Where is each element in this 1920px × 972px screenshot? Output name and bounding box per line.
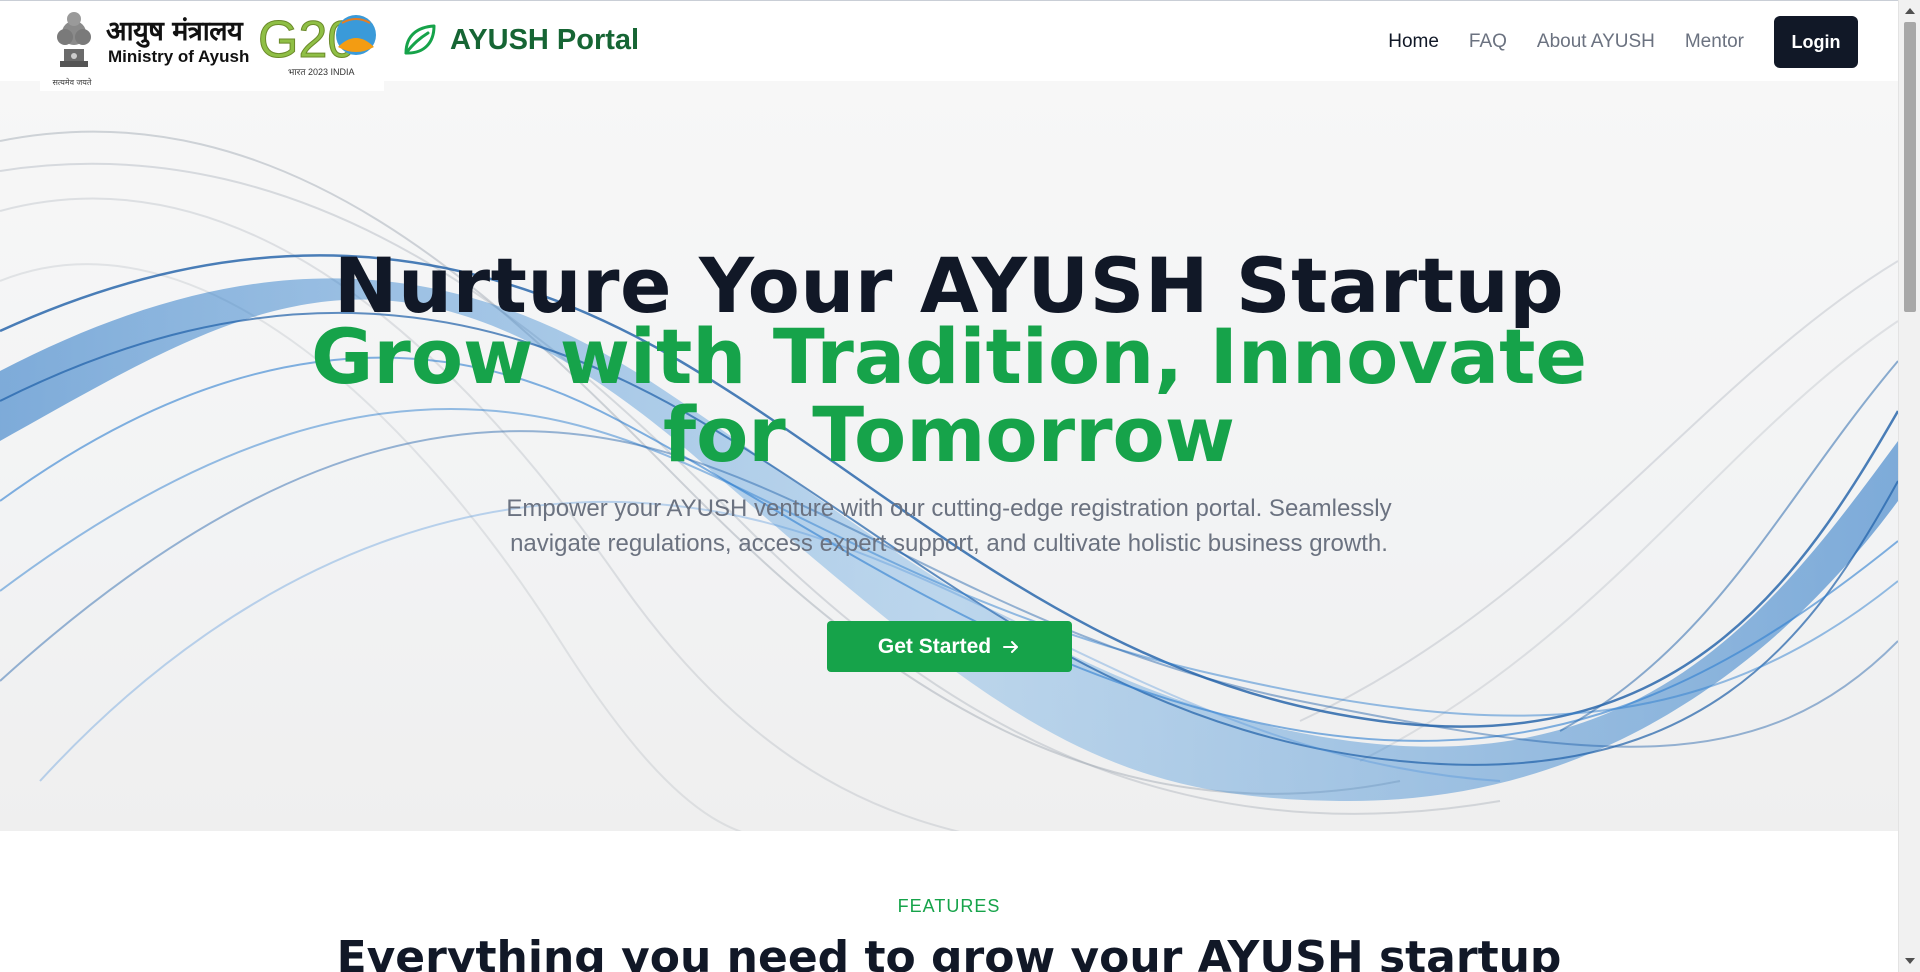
ministry-name-english: Ministry of Ayush xyxy=(108,47,250,66)
site-header: आयुष मंत्रालय Ministry of Ayush सत्यमेव … xyxy=(0,0,1898,91)
get-started-label: Get Started xyxy=(877,634,992,658)
hero-section: Nurture Your AYUSH Startup Grow with Tra… xyxy=(0,81,1898,831)
features-label: FEATURES xyxy=(897,896,1001,916)
scroll-thumb[interactable] xyxy=(1904,22,1916,312)
nav-about-ayush[interactable]: About AYUSH xyxy=(1537,31,1655,53)
leaf-icon xyxy=(404,24,436,55)
g20-caption: भारत 2023 INDIA xyxy=(288,67,355,77)
scroll-down-arrow-icon[interactable] xyxy=(1905,958,1915,964)
ministry-name-hindi: आयुष मंत्रालय xyxy=(106,16,243,47)
scroll-up-arrow-icon[interactable] xyxy=(1905,8,1915,14)
features-heading: Everything you need to grow your AYUSH s… xyxy=(336,932,1562,972)
national-emblem-icon xyxy=(57,12,91,67)
main-nav: Home FAQ About AYUSH Mentor Login xyxy=(1388,16,1898,68)
hero-description: Empower your AYUSH venture with our cutt… xyxy=(506,495,1392,557)
nav-faq[interactable]: FAQ xyxy=(1469,31,1507,53)
emblem-motto: सत्यमेव जयते xyxy=(52,78,92,87)
page-scrollbar[interactable] xyxy=(1898,0,1920,972)
hero-subtitle: Grow with Tradition, Innovate for Tomorr… xyxy=(310,312,1588,479)
nav-home[interactable]: Home xyxy=(1388,31,1439,53)
brand[interactable]: AYUSH Portal xyxy=(400,21,639,59)
arrow-right-icon xyxy=(1003,640,1019,653)
brand-name: AYUSH Portal xyxy=(450,23,640,56)
nav-mentor[interactable]: Mentor xyxy=(1685,31,1744,53)
login-button[interactable]: Login xyxy=(1774,16,1858,68)
g20-logo: G20 भारत 2023 INDIA xyxy=(258,11,376,77)
get-started-button[interactable]: Get Started xyxy=(827,621,1072,672)
ministry-logo[interactable]: आयुष मंत्रालय Ministry of Ayush सत्यमेव … xyxy=(40,1,384,91)
